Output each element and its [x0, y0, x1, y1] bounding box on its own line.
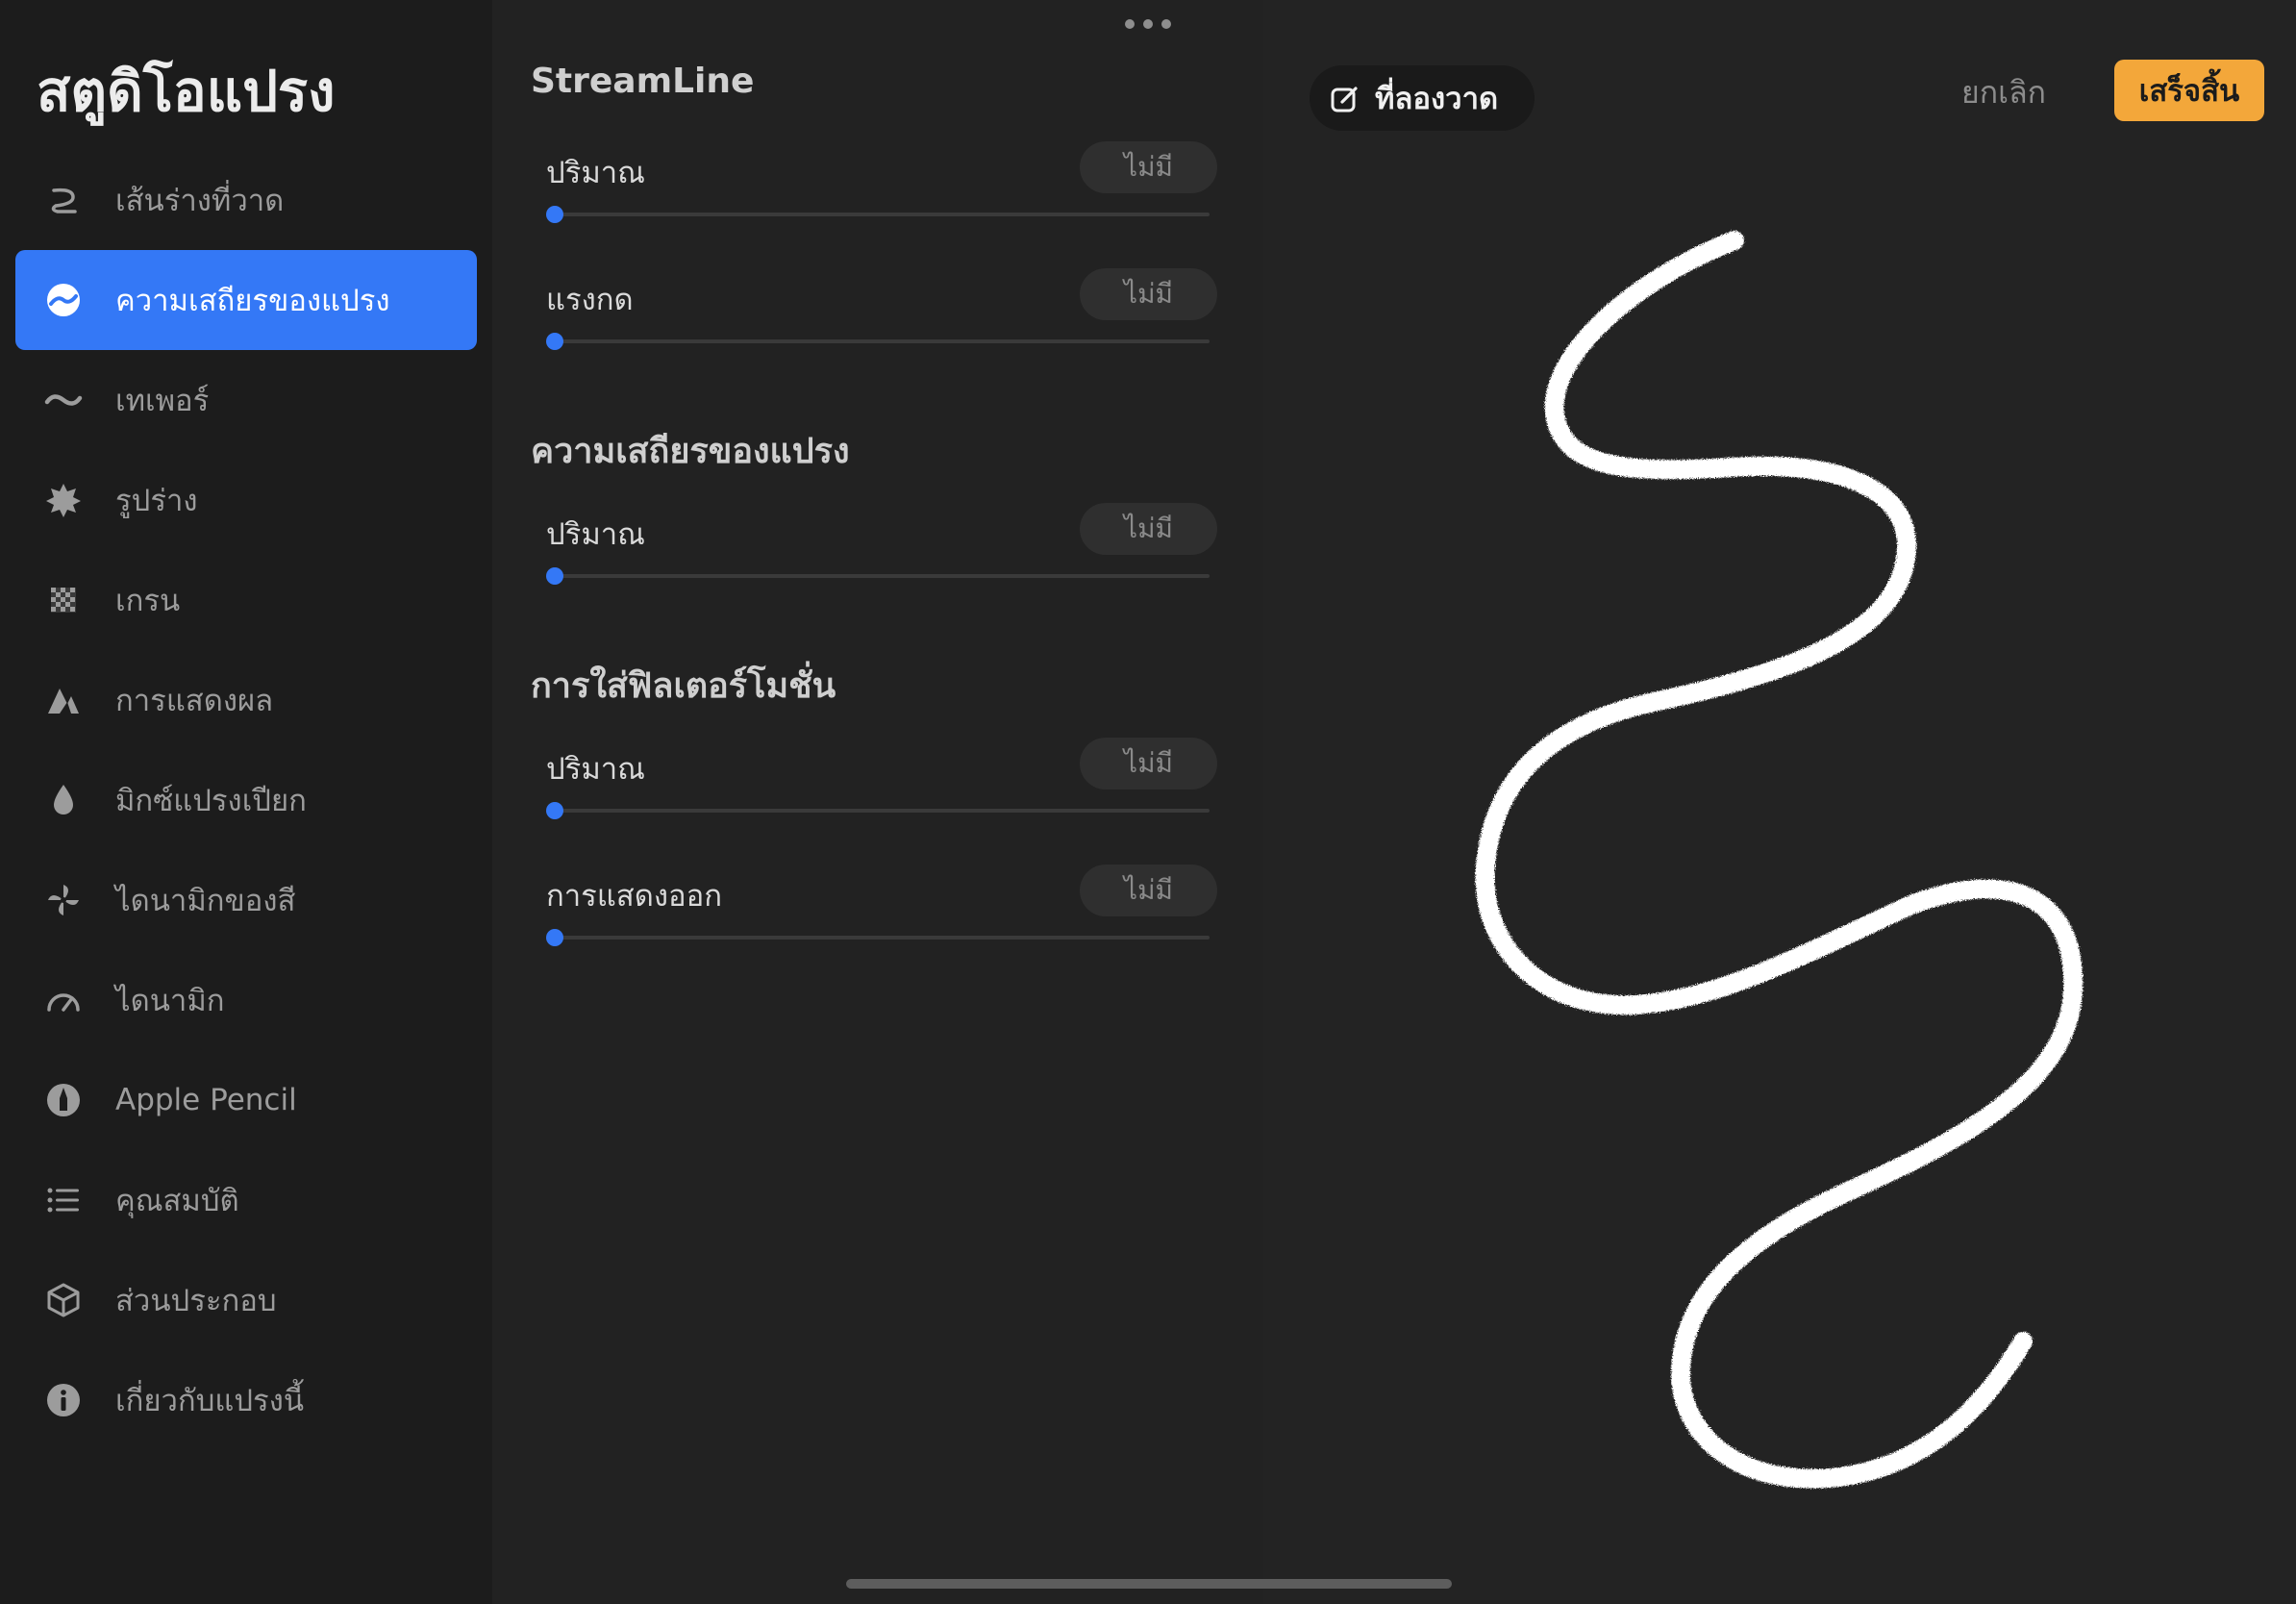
info-icon — [44, 1381, 83, 1419]
home-indicator[interactable] — [846, 1579, 1452, 1589]
sidebar-item-materials[interactable]: ส่วนประกอบ — [15, 1250, 477, 1350]
sidebar-nav: เส้นร่างที่วาด ความเสถียรของแปรง เทเพอร์… — [15, 150, 477, 1450]
materials-icon — [44, 1281, 83, 1319]
param-value-badge[interactable]: ไม่มี — [1080, 141, 1217, 193]
param-value-badge[interactable]: ไม่มี — [1080, 503, 1217, 555]
section-title-motion-filtering: การใส่ฟิลเตอร์โมชั่น — [531, 666, 836, 706]
sidebar-item-label: คุณสมบัติ — [115, 1184, 239, 1218]
param-value-badge[interactable]: ไม่มี — [1080, 738, 1217, 789]
sidebar-item-label: ไดนามิก — [115, 984, 225, 1018]
sidebar-item-dynamics[interactable]: ไดนามิก — [15, 950, 477, 1050]
param-label: ปริมาณ — [546, 156, 645, 190]
preview-stroke — [1475, 231, 2084, 1489]
stabilization-amount-slider[interactable] — [546, 567, 1210, 585]
shape-icon — [44, 481, 83, 519]
sidebar-item-taper[interactable]: เทเพอร์ — [15, 350, 477, 450]
edit-square-icon — [1329, 83, 1361, 115]
sidebar-item-label: การแสดงผล — [115, 684, 274, 718]
sidebar-item-label: มิกซ์แปรงเปียก — [115, 784, 307, 818]
sidebar-item-color-dynamics[interactable]: ไดนามิกของสี — [15, 850, 477, 950]
cancel-button[interactable]: ยกเลิก — [1961, 63, 2046, 121]
done-button[interactable]: เสร็จสิ้น — [2114, 60, 2264, 121]
slider-knob[interactable] — [546, 567, 563, 585]
sidebar-item-label: ไดนามิกของสี — [115, 884, 296, 918]
param-value-badge[interactable]: ไม่มี — [1080, 268, 1217, 320]
sidebar-item-label: เกรน — [115, 584, 181, 618]
grain-icon — [44, 581, 83, 619]
sidebar: สตูดิโอแปรง เส้นร่างที่วาด ความเสถียรของ… — [0, 0, 492, 1604]
param-label: ปริมาณ — [546, 752, 645, 787]
slider-knob[interactable] — [546, 333, 563, 350]
more-options-icon[interactable] — [1125, 17, 1171, 31]
motion-filtering-amount-slider[interactable] — [546, 802, 1210, 819]
sidebar-item-label: เส้นร่างที่วาด — [115, 184, 285, 218]
sidebar-item-shape[interactable]: รูปร่าง — [15, 450, 477, 550]
sidebar-item-label: Apple Pencil — [115, 1083, 297, 1117]
taper-icon — [44, 381, 83, 419]
section-title-streamline: StreamLine — [531, 62, 755, 101]
sidebar-item-grain[interactable]: เกรน — [15, 550, 477, 650]
color-dynamics-icon — [44, 881, 83, 919]
drawing-pad-label: ที่ลองวาด — [1375, 82, 1499, 116]
wet-mix-icon — [44, 781, 83, 819]
sidebar-item-label: ความเสถียรของแปรง — [115, 284, 390, 318]
sidebar-item-rendering[interactable]: การแสดงผล — [15, 650, 477, 750]
sidebar-item-label: รูปร่าง — [115, 484, 198, 518]
sidebar-item-stabilization[interactable]: ความเสถียรของแปรง — [15, 250, 477, 350]
apple-pencil-icon — [44, 1081, 83, 1119]
streamline-pressure-slider[interactable] — [546, 333, 1210, 350]
param-label: แรงกด — [546, 283, 634, 317]
app-title: สตูดิโอแปรง — [37, 59, 336, 124]
properties-icon — [44, 1181, 83, 1219]
sidebar-item-properties[interactable]: คุณสมบัติ — [15, 1150, 477, 1250]
sidebar-item-apple-pencil[interactable]: Apple Pencil — [15, 1050, 477, 1150]
sidebar-item-wet-mix[interactable]: มิกซ์แปรงเปียก — [15, 750, 477, 850]
settings-panel — [492, 0, 1263, 1604]
brush-studio-screen: สตูดิโอแปรง เส้นร่างที่วาด ความเสถียรของ… — [0, 0, 2296, 1604]
slider-knob[interactable] — [546, 802, 563, 819]
slider-knob[interactable] — [546, 929, 563, 946]
stabilization-icon — [44, 281, 83, 319]
motion-filtering-expression-slider[interactable] — [546, 929, 1210, 946]
sidebar-item-about[interactable]: เกี่ยวกับแปรงนี้ — [15, 1350, 477, 1450]
dynamics-icon — [44, 981, 83, 1019]
stroke-path-icon — [44, 181, 83, 219]
section-title-stabilization: ความเสถียรของแปรง — [531, 432, 850, 471]
rendering-icon — [44, 681, 83, 719]
sidebar-item-label: เกี่ยวกับแปรงนี้ — [115, 1384, 305, 1418]
param-value-badge[interactable]: ไม่มี — [1080, 865, 1217, 916]
sidebar-item-stroke-path[interactable]: เส้นร่างที่วาด — [15, 150, 477, 250]
sidebar-item-label: ส่วนประกอบ — [115, 1284, 277, 1318]
sidebar-item-label: เทเพอร์ — [115, 384, 210, 418]
param-label: การแสดงออก — [546, 879, 723, 914]
slider-knob[interactable] — [546, 206, 563, 223]
drawing-pad-button[interactable]: ที่ลองวาด — [1310, 65, 1535, 131]
param-label: ปริมาณ — [546, 517, 645, 552]
streamline-amount-slider[interactable] — [546, 206, 1210, 223]
